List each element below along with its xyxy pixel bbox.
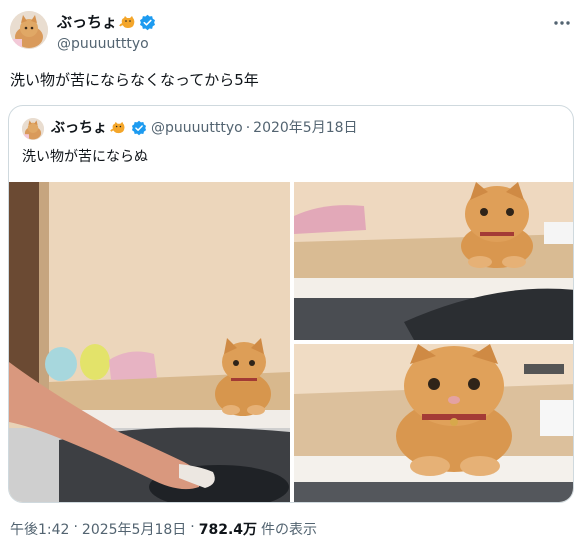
- post-date[interactable]: 2025年5月18日: [82, 519, 186, 539]
- quoted-separator: ·: [245, 120, 251, 136]
- cat-emoji-icon: [110, 119, 128, 137]
- photo-cat-counter-closeup[interactable]: [294, 344, 573, 502]
- more-horizontal-icon: [554, 21, 570, 25]
- author-name-row[interactable]: ぶっちょ: [57, 12, 156, 32]
- author-name[interactable]: ぶっちょ: [57, 12, 117, 32]
- photo-cat-counter-wide[interactable]: [294, 182, 573, 340]
- meta-separator: ·: [190, 519, 195, 535]
- verified-badge-icon: [131, 120, 148, 137]
- quoted-date[interactable]: 2020年5月18日: [253, 118, 357, 138]
- cat-emoji-icon: [119, 13, 137, 31]
- view-count-label: 件の表示: [261, 522, 318, 538]
- verified-badge-icon: [139, 14, 156, 31]
- quoted-text: 洗い物が苦にならぬ: [22, 149, 148, 165]
- tweet-meta: 午後1:42 · 2025年5月18日 · 782.4万 件の表示: [10, 519, 317, 539]
- quoted-author-avatar[interactable]: [22, 118, 44, 140]
- photo-dishwashing-cat[interactable]: [9, 182, 290, 502]
- post-time[interactable]: 午後1:42: [10, 519, 69, 539]
- view-count: 782.4万: [198, 522, 258, 538]
- quoted-author-handle[interactable]: @puuuutttyo: [151, 118, 243, 138]
- quoted-tweet[interactable]: ぶっちょ @puuuutttyo · 2020年5月18日 洗い物が苦にならぬ: [8, 105, 574, 503]
- more-options-button[interactable]: [549, 10, 575, 36]
- quoted-author-name[interactable]: ぶっちょ: [51, 118, 107, 138]
- meta-separator: ·: [73, 519, 78, 535]
- quoted-header: ぶっちょ @puuuutttyo · 2020年5月18日: [51, 118, 358, 138]
- tweet-text: 洗い物が苦にならなくなってから5年: [10, 71, 259, 89]
- tweet-card: ぶっちょ @puuuutttyo 洗い物が苦にならなくなってから5年 ぶっちょ …: [0, 0, 585, 545]
- author-handle[interactable]: @puuuutttyo: [57, 36, 149, 52]
- author-avatar[interactable]: [10, 11, 48, 49]
